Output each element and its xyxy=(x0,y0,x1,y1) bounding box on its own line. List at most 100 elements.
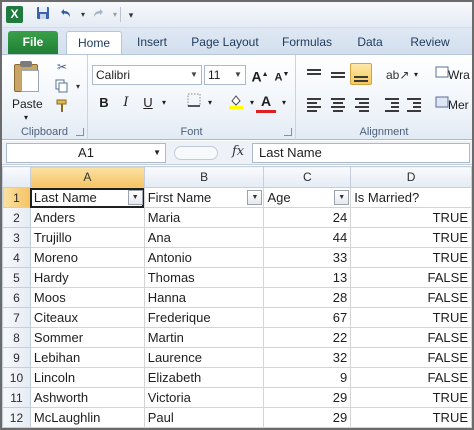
wrap-text-button[interactable]: Wra xyxy=(448,68,470,82)
cell-c6[interactable]: 28 xyxy=(263,287,352,308)
filter-dropdown-icon[interactable]: ▼ xyxy=(127,190,143,205)
cell-d1[interactable]: Is Married? xyxy=(350,187,472,208)
row-header[interactable]: 11 xyxy=(2,387,31,408)
formula-bar-splitter[interactable] xyxy=(174,146,218,160)
align-bottom-icon[interactable] xyxy=(350,63,372,85)
font-color-button[interactable]: A xyxy=(256,91,276,113)
paste-icon[interactable] xyxy=(12,60,42,94)
chevron-down-icon[interactable]: ▼ xyxy=(153,144,161,162)
tab-home[interactable]: Home xyxy=(66,31,122,54)
italic-button[interactable]: I xyxy=(116,93,136,113)
cell-d2[interactable]: TRUE xyxy=(350,207,472,228)
decrease-indent-icon[interactable] xyxy=(382,95,402,115)
column-header-a[interactable]: A xyxy=(29,166,145,188)
filter-dropdown-icon[interactable]: ▼ xyxy=(334,190,350,205)
column-header-b[interactable]: B xyxy=(143,166,265,188)
formula-input[interactable]: Last Name xyxy=(252,143,470,163)
row-header[interactable]: 6 xyxy=(2,287,31,308)
cell-a4[interactable]: Moreno xyxy=(29,247,145,268)
paste-dropdown-icon[interactable]: ▾ xyxy=(24,113,28,122)
row-header[interactable]: 7 xyxy=(2,307,31,328)
cell-a2[interactable]: Anders xyxy=(29,207,145,228)
cell-b8[interactable]: Martin xyxy=(143,327,265,348)
cell-a9[interactable]: Lebihan xyxy=(29,347,145,368)
align-middle-icon[interactable] xyxy=(328,65,348,85)
cell-c11[interactable]: 29 xyxy=(263,387,352,408)
customize-qat-icon[interactable]: ▾ xyxy=(122,6,140,24)
cell-b2[interactable]: Maria xyxy=(143,207,265,228)
format-painter-icon[interactable] xyxy=(54,99,70,115)
cell-a10[interactable]: Lincoln xyxy=(29,367,145,388)
cell-c3[interactable]: 44 xyxy=(263,227,352,248)
cell-d12[interactable]: TRUE xyxy=(350,407,472,428)
chevron-down-icon[interactable]: ▼ xyxy=(189,66,199,84)
cell-a5[interactable]: Hardy xyxy=(29,267,145,288)
excel-logo-icon[interactable]: X xyxy=(6,6,23,23)
cell-d9[interactable]: FALSE xyxy=(350,347,472,368)
cell-d7[interactable]: TRUE xyxy=(350,307,472,328)
cell-c4[interactable]: 33 xyxy=(263,247,352,268)
row-header[interactable]: 9 xyxy=(2,347,31,368)
paste-button[interactable]: Paste xyxy=(12,97,43,111)
cell-b11[interactable]: Victoria xyxy=(143,387,265,408)
cell-a1[interactable]: Last Name ▼ xyxy=(29,187,145,208)
cell-c2[interactable]: 24 xyxy=(263,207,352,228)
cell-c9[interactable]: 32 xyxy=(263,347,352,368)
row-header[interactable]: 12 xyxy=(2,407,31,428)
font-launcher-icon[interactable] xyxy=(284,128,292,136)
font-size-combo[interactable]: 11 ▼ xyxy=(204,65,246,85)
undo-icon[interactable] xyxy=(56,6,74,24)
bold-button[interactable]: B xyxy=(94,93,114,113)
merge-center-button[interactable]: Mer xyxy=(448,98,469,112)
row-header[interactable]: 8 xyxy=(2,327,31,348)
row-header[interactable]: 1 xyxy=(2,187,31,208)
cell-b6[interactable]: Hanna xyxy=(143,287,265,308)
cell-c10[interactable]: 9 xyxy=(263,367,352,388)
cell-a7[interactable]: Citeaux xyxy=(29,307,145,328)
align-left-icon[interactable] xyxy=(304,95,324,115)
cell-b4[interactable]: Antonio xyxy=(143,247,265,268)
tab-review[interactable]: Review xyxy=(402,31,458,54)
copy-icon[interactable] xyxy=(54,79,70,95)
cell-d5[interactable]: FALSE xyxy=(350,267,472,288)
cell-a12[interactable]: McLaughlin xyxy=(29,407,145,428)
copy-dropdown-icon[interactable]: ▾ xyxy=(70,79,86,95)
save-icon[interactable] xyxy=(34,6,52,24)
align-top-icon[interactable] xyxy=(304,65,324,85)
borders-dropdown-icon[interactable]: ▾ xyxy=(200,93,220,113)
font-name-combo[interactable]: Calibri ▼ xyxy=(92,65,202,85)
cell-c5[interactable]: 13 xyxy=(263,267,352,288)
tab-page-layout[interactable]: Page Layout xyxy=(186,31,264,54)
align-center-icon[interactable] xyxy=(328,95,348,115)
insert-function-icon[interactable]: fx xyxy=(232,144,244,159)
cell-c8[interactable]: 22 xyxy=(263,327,352,348)
clipboard-launcher-icon[interactable] xyxy=(76,128,84,136)
cell-d3[interactable]: TRUE xyxy=(350,227,472,248)
cell-d6[interactable]: FALSE xyxy=(350,287,472,308)
shrink-font-button[interactable]: A▼ xyxy=(272,65,292,85)
tab-formulas[interactable]: Formulas xyxy=(274,31,340,54)
row-header[interactable]: 2 xyxy=(2,207,31,228)
cell-b12[interactable]: Paul xyxy=(143,407,265,428)
cell-a8[interactable]: Sommer xyxy=(29,327,145,348)
cell-d8[interactable]: FALSE xyxy=(350,327,472,348)
cell-b10[interactable]: Elizabeth xyxy=(143,367,265,388)
cut-icon[interactable]: ✂ xyxy=(54,59,70,75)
cell-c12[interactable]: 29 xyxy=(263,407,352,428)
cell-a11[interactable]: Ashworth xyxy=(29,387,145,408)
cell-b7[interactable]: Frederique xyxy=(143,307,265,328)
cell-c1[interactable]: Age ▼ xyxy=(263,187,352,208)
cell-c7[interactable]: 67 xyxy=(263,307,352,328)
font-color-dropdown-icon[interactable]: ▾ xyxy=(274,93,294,113)
tab-insert[interactable]: Insert xyxy=(128,31,176,54)
cell-a3[interactable]: Trujillo xyxy=(29,227,145,248)
grow-font-button[interactable]: A▲ xyxy=(250,65,270,85)
row-header[interactable]: 3 xyxy=(2,227,31,248)
row-header[interactable]: 5 xyxy=(2,267,31,288)
name-box[interactable]: A1 ▼ xyxy=(6,143,166,163)
cell-b5[interactable]: Thomas xyxy=(143,267,265,288)
tab-data[interactable]: Data xyxy=(348,31,392,54)
row-header[interactable]: 4 xyxy=(2,247,31,268)
row-header[interactable]: 10 xyxy=(2,367,31,388)
column-header-c[interactable]: C xyxy=(263,166,352,188)
